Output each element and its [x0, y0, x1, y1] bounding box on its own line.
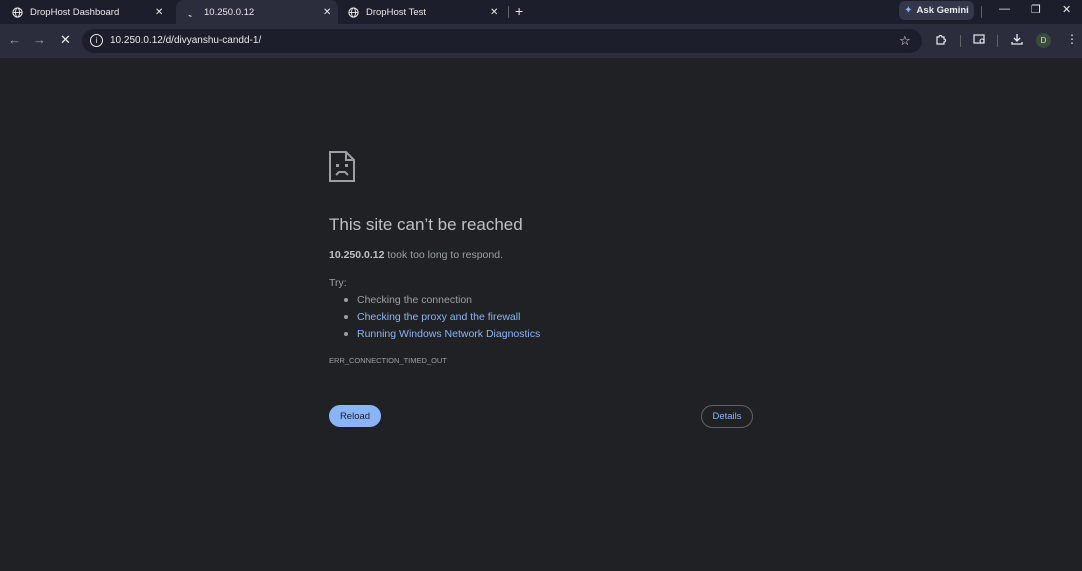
tab-title: DropHost Dashboard	[30, 6, 120, 18]
suggestion-text[interactable]: Checking the proxy and the firewall	[357, 311, 520, 323]
back-arrow-icon[interactable]: ←	[8, 32, 21, 47]
window-close-icon[interactable]: ✕	[1062, 3, 1071, 16]
error-code: ERR_CONNECTION_TIMED_OUT	[329, 356, 447, 365]
tab-close-icon[interactable]: ✕	[323, 7, 331, 18]
tab-drophost-dashboard[interactable]: DropHost Dashboard ✕	[12, 0, 177, 24]
bullet	[344, 332, 348, 336]
tab-close-icon[interactable]: ✕	[155, 7, 163, 18]
suggestion-text[interactable]: Running Windows Network Diagnostics	[357, 328, 540, 340]
globe-icon	[348, 6, 359, 18]
tab-strip: DropHost Dashboard ✕ 10.250.0.12 ✕ DropH…	[0, 0, 1082, 24]
site-info-icon[interactable]: i	[90, 34, 103, 47]
toolbar-divider	[997, 35, 998, 47]
divider	[981, 6, 982, 18]
error-host: 10.250.0.12	[329, 249, 385, 261]
download-icon[interactable]	[1011, 33, 1023, 48]
tab-drophost-test[interactable]: DropHost Test ✕	[348, 0, 508, 24]
suggestion-link-diagnostics[interactable]: Running Windows Network Diagnostics	[344, 328, 540, 340]
bullet	[344, 298, 348, 302]
loading-icon	[186, 7, 197, 18]
gemini-spark-icon: ✦	[904, 5, 913, 16]
suggestion-text: Checking the connection	[357, 294, 472, 306]
suggestion-item: Checking the connection	[344, 294, 472, 306]
sad-page-icon	[329, 151, 355, 182]
tab-title: 10.250.0.12	[204, 6, 255, 18]
minimize-icon[interactable]: —	[999, 3, 1010, 15]
tab-active[interactable]: 10.250.0.12 ✕	[176, 0, 338, 24]
suggestion-link-proxy[interactable]: Checking the proxy and the firewall	[344, 311, 520, 323]
ask-gemini-label: Ask Gemini	[916, 5, 969, 16]
error-description-text: took too long to respond.	[384, 249, 503, 261]
browser-toolbar: ← → ✕ i 10.250.0.12/d/divyanshu-candd-1/…	[0, 24, 1082, 58]
bookmark-star-icon[interactable]: ☆	[899, 33, 911, 49]
tab-title: DropHost Test	[366, 6, 427, 18]
globe-icon	[12, 6, 23, 18]
forward-arrow-icon[interactable]: →	[33, 32, 46, 47]
try-label: Try:	[329, 277, 347, 289]
tab-search-icon[interactable]	[973, 33, 986, 48]
bullet	[344, 315, 348, 319]
tab-divider	[508, 6, 509, 18]
error-title: This site can’t be reached	[329, 215, 523, 234]
stop-loading-icon[interactable]: ✕	[60, 32, 71, 48]
extensions-icon[interactable]	[935, 33, 947, 48]
more-menu-icon[interactable]: ⋮	[1066, 32, 1078, 46]
details-button[interactable]: Details	[701, 405, 753, 428]
reload-button[interactable]: Reload	[329, 405, 381, 427]
tab-close-icon[interactable]: ✕	[490, 7, 498, 18]
profile-avatar[interactable]: D	[1036, 33, 1051, 48]
address-bar[interactable]: i 10.250.0.12/d/divyanshu-candd-1/ ☆	[82, 29, 922, 53]
error-description: 10.250.0.12 took too long to respond.	[329, 249, 503, 261]
url-text[interactable]: 10.250.0.12/d/divyanshu-candd-1/	[110, 35, 261, 46]
new-tab-button[interactable]: +	[515, 3, 523, 19]
restore-icon[interactable]: ❐	[1031, 3, 1041, 16]
toolbar-divider	[960, 35, 961, 47]
ask-gemini-button[interactable]: ✦ Ask Gemini	[899, 1, 974, 20]
